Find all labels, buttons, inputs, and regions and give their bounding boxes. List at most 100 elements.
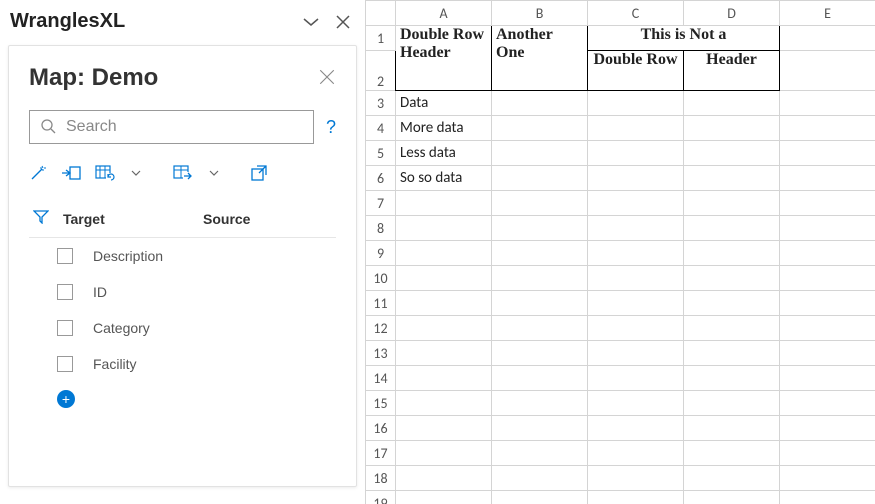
table-refresh-icon[interactable] [95, 165, 115, 181]
cell[interactable] [396, 316, 492, 341]
cell[interactable] [588, 391, 684, 416]
row-header[interactable]: 16 [366, 416, 396, 441]
cell[interactable] [780, 366, 875, 391]
col-header[interactable]: A [396, 1, 492, 26]
cell[interactable] [780, 26, 875, 51]
cell[interactable] [396, 266, 492, 291]
cell[interactable]: Data [396, 91, 492, 116]
cell[interactable] [588, 416, 684, 441]
row-header[interactable]: 7 [366, 191, 396, 216]
row-header[interactable]: 4 [366, 116, 396, 141]
row-header[interactable]: 18 [366, 466, 396, 491]
cell[interactable] [684, 266, 780, 291]
spreadsheet[interactable]: A B C D E 1 Double Row Header Another On… [365, 0, 875, 504]
cell[interactable] [684, 116, 780, 141]
cell[interactable] [588, 266, 684, 291]
cell[interactable] [780, 141, 875, 166]
cell[interactable] [492, 91, 588, 116]
cell[interactable] [396, 391, 492, 416]
column-source[interactable]: Source [203, 211, 336, 227]
cell[interactable] [492, 466, 588, 491]
cell[interactable] [780, 441, 875, 466]
col-header[interactable]: D [684, 1, 780, 26]
cell[interactable]: This is Not a [588, 26, 780, 51]
cell[interactable] [492, 366, 588, 391]
cell[interactable] [684, 166, 780, 191]
map-row[interactable]: Description [29, 238, 336, 274]
cell[interactable] [396, 191, 492, 216]
cell[interactable] [684, 366, 780, 391]
col-header[interactable]: C [588, 1, 684, 26]
cell[interactable] [684, 191, 780, 216]
cell[interactable] [780, 416, 875, 441]
cell[interactable]: So so data [396, 166, 492, 191]
row-header[interactable]: 12 [366, 316, 396, 341]
cell[interactable] [588, 341, 684, 366]
cell[interactable] [492, 266, 588, 291]
cell[interactable] [684, 491, 780, 504]
export-table-dropdown[interactable] [209, 168, 219, 178]
close-card-icon[interactable] [318, 68, 336, 89]
cell[interactable] [588, 166, 684, 191]
cell[interactable] [684, 291, 780, 316]
cell[interactable] [588, 216, 684, 241]
row-header[interactable]: 10 [366, 266, 396, 291]
cell[interactable] [396, 416, 492, 441]
search-input[interactable] [64, 117, 303, 137]
cell[interactable] [492, 491, 588, 504]
cell[interactable] [780, 191, 875, 216]
row-header[interactable]: 9 [366, 241, 396, 266]
row-header[interactable]: 11 [366, 291, 396, 316]
export-table-icon[interactable] [173, 165, 193, 181]
cell[interactable] [588, 191, 684, 216]
checkbox[interactable] [57, 248, 73, 264]
cell[interactable] [780, 391, 875, 416]
search-input-container[interactable] [29, 110, 314, 144]
cell[interactable] [492, 441, 588, 466]
cell[interactable] [588, 291, 684, 316]
cell[interactable] [780, 91, 875, 116]
cell[interactable] [396, 491, 492, 504]
cell[interactable] [780, 466, 875, 491]
cell[interactable] [396, 216, 492, 241]
cell[interactable] [396, 441, 492, 466]
cell[interactable] [780, 491, 875, 504]
cell[interactable] [780, 316, 875, 341]
col-header[interactable]: B [492, 1, 588, 26]
cell[interactable] [588, 366, 684, 391]
cell[interactable] [780, 291, 875, 316]
map-row[interactable]: ID [29, 274, 336, 310]
cell[interactable] [588, 241, 684, 266]
close-pane-icon[interactable] [335, 14, 351, 30]
cell[interactable] [396, 241, 492, 266]
collapse-icon[interactable] [301, 12, 321, 32]
cell[interactable]: Another One [492, 26, 588, 91]
cell[interactable]: Header [684, 51, 780, 91]
cell[interactable] [396, 366, 492, 391]
cell[interactable] [684, 91, 780, 116]
cell[interactable] [588, 441, 684, 466]
checkbox[interactable] [57, 284, 73, 300]
cell[interactable]: Double Row Header [396, 26, 492, 91]
cell[interactable] [684, 141, 780, 166]
cell[interactable]: Less data [396, 141, 492, 166]
cell[interactable] [492, 191, 588, 216]
cell[interactable] [588, 141, 684, 166]
add-row-button[interactable]: + [57, 390, 75, 408]
cell[interactable] [396, 341, 492, 366]
help-icon[interactable]: ? [326, 117, 336, 138]
row-header[interactable]: 14 [366, 366, 396, 391]
checkbox[interactable] [57, 320, 73, 336]
cell[interactable] [492, 316, 588, 341]
cell[interactable] [684, 216, 780, 241]
cell[interactable] [492, 141, 588, 166]
cell[interactable] [588, 116, 684, 141]
table-refresh-dropdown[interactable] [131, 168, 141, 178]
filter-icon[interactable] [33, 210, 63, 227]
cell[interactable] [780, 216, 875, 241]
cell[interactable] [684, 391, 780, 416]
row-header[interactable]: 19 [366, 491, 396, 504]
row-header[interactable]: 8 [366, 216, 396, 241]
row-header[interactable]: 3 [366, 91, 396, 116]
cell[interactable] [780, 341, 875, 366]
